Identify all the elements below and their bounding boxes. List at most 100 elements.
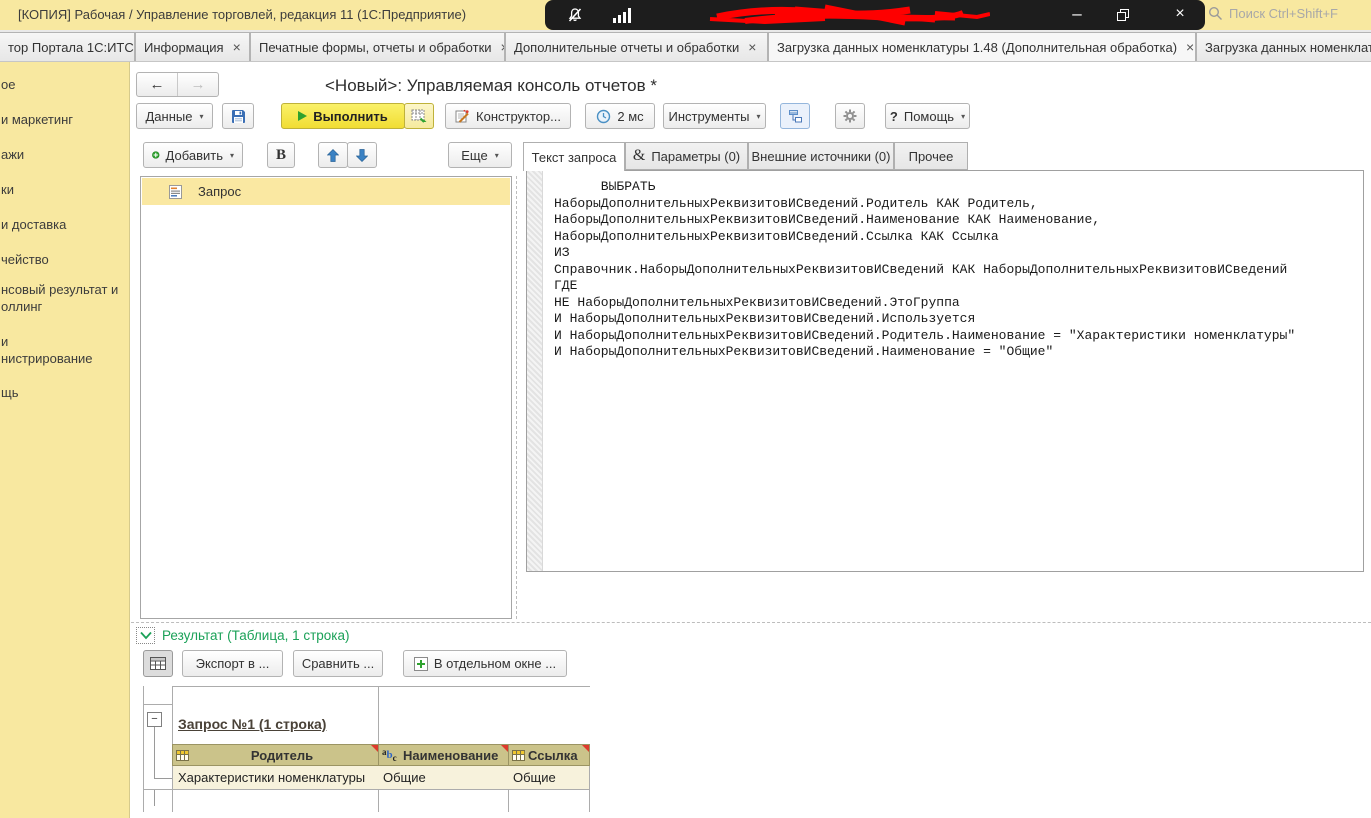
group-expander[interactable]: − [147,712,162,727]
column-header-ref[interactable]: Ссылка [508,744,590,766]
tree-item-query[interactable]: Запрос [142,178,510,205]
abc-icon: abc [382,747,397,763]
signal-bars-icon[interactable] [613,8,633,23]
add-plus-icon [152,151,160,159]
result-view-table-button[interactable] [143,650,173,677]
report-tree-panel: Запрос [140,176,512,619]
tab-print-forms[interactable]: Печатные формы, отчеты и обработки × [250,32,505,61]
restore-button[interactable] [1117,9,1129,21]
clock-icon [597,109,611,123]
sidebar-item-help[interactable]: щь [1,384,18,401]
open-in-window-button[interactable]: В отдельном окне ... [403,650,567,677]
search-icon [1208,6,1222,20]
result-grid[interactable]: − Запрос №1 (1 строка) Родитель abc Наим… [143,686,590,812]
chevron-down-icon: ▾ [756,111,761,121]
tab-close-icon[interactable]: × [233,40,241,54]
tab-additional-reports[interactable]: Дополнительные отчеты и обработки × [505,32,768,61]
search-placeholder: Поиск Ctrl+Shift+F [1229,6,1338,21]
application-window: [КОПИЯ] Рабочая / Управление торговлей, … [0,0,1371,818]
arrow-up-icon [327,148,339,162]
tab-nomenclature-load-2[interactable]: Загрузка данных номенклат [1196,32,1371,61]
sidebar-item-warehouse-delivery[interactable]: и доставка [1,216,66,233]
gear-icon [843,109,857,123]
move-up-button[interactable] [318,142,348,168]
tab-other[interactable]: Прочее [894,142,968,170]
execute-options-button[interactable] [404,103,434,129]
sidebar-item-financial-result[interactable]: нсовый результат и оллинг [1,281,118,315]
horizontal-splitter[interactable] [131,622,1371,623]
nav-buttons: ← → [136,72,219,97]
chevron-down-icon: ▾ [494,150,499,160]
result-cell-ref[interactable]: Общие [508,766,590,789]
add-button[interactable]: Добавить ▾ [143,142,243,168]
sidebar-item-purchases[interactable]: ки [1,181,14,198]
result-group-title[interactable]: Запрос №1 (1 строка) [178,716,326,732]
more-menu-button[interactable]: Еще ▾ [448,142,512,168]
result-section-header: Результат (Таблица, 1 строка) [136,627,350,644]
tab-parameters[interactable]: & Параметры (0) [625,142,748,170]
collapse-result-button[interactable] [136,627,155,644]
chevron-down-icon: ▾ [229,150,234,160]
tab-external-sources[interactable]: Внешние источники (0) [748,142,894,170]
move-down-button[interactable] [347,142,377,168]
global-search-input[interactable]: Поиск Ctrl+Shift+F [1208,6,1338,21]
sidebar-item-main[interactable]: ое [1,76,15,93]
tab-query-text[interactable]: Текст запроса [523,142,625,171]
column-header-name[interactable]: abc Наименование [378,744,509,766]
minimize-button[interactable]: – [1064,0,1090,30]
tab-information[interactable]: Информация × [135,32,250,61]
section-sidebar: ое и маркетинг ажи ки и доставка чейство… [0,62,130,818]
bold-button[interactable]: B [267,142,295,168]
wizard-icon [455,109,469,123]
table-arrow-icon [411,109,427,123]
tree-item-label: Запрос [198,184,242,199]
save-icon [231,109,245,123]
tools-menu-button[interactable]: Инструменты ▾ [663,103,766,129]
forward-button[interactable]: → [177,73,218,96]
editor-gutter [527,171,543,571]
tab-close-icon[interactable]: × [1186,40,1194,54]
vertical-splitter[interactable] [516,176,517,619]
compare-button[interactable]: Сравнить ... [293,650,383,677]
result-cell-name[interactable]: Общие [378,766,509,789]
save-button[interactable] [222,103,254,129]
question-icon: ? [889,108,898,124]
tab-close-icon[interactable]: × [748,40,756,54]
chevron-down-icon: ▾ [961,111,966,121]
new-window-plus-icon [413,656,428,671]
window-tabbar: тор Портала 1С:ИТС × Информация × Печатн… [0,30,1371,62]
page-title: <Новый>: Управляемая консоль отчетов * [325,76,657,95]
execution-time-button[interactable]: 2 мс [585,103,655,129]
settings-button[interactable] [835,103,865,129]
sidebar-item-administration[interactable]: и нистрирование [1,333,93,367]
arrow-down-icon [356,148,368,162]
data-menu-button[interactable]: Данные ▾ [136,103,213,129]
export-button[interactable]: Экспорт в ... [182,650,283,677]
scheme-icon [789,110,802,123]
close-button[interactable]: × [1167,0,1193,30]
table-icon [176,749,189,761]
column-marker-icon [501,745,508,752]
chevron-down-icon: ▾ [199,111,204,121]
sidebar-item-sales[interactable]: ажи [1,146,24,163]
sidebar-item-treasury[interactable]: чейство [1,251,49,268]
column-marker-icon [582,745,589,752]
constructor-button[interactable]: Конструктор... [445,103,571,129]
sidebar-item-crm-marketing[interactable]: и маркетинг [1,111,73,128]
back-button[interactable]: ← [137,73,177,96]
tab-portal-monitor[interactable]: тор Портала 1С:ИТС × [0,32,135,61]
table-icon [150,657,166,670]
window-title: [КОПИЯ] Рабочая / Управление торговлей, … [18,7,467,22]
query-text[interactable]: ВЫБРАТЬ НаборыДополнительныхРеквизитовИС… [554,179,1295,361]
result-section-title[interactable]: Результат (Таблица, 1 строка) [162,628,350,643]
system-widget-bar: – × [545,0,1205,30]
layout-scheme-button[interactable] [780,103,810,129]
column-header-parent[interactable]: Родитель [172,744,379,766]
query-text-area[interactable]: ВЫБРАТЬ НаборыДополнительныхРеквизитовИС… [526,170,1364,572]
window-titlebar: [КОПИЯ] Рабочая / Управление торговлей, … [0,0,1371,30]
help-menu-button[interactable]: ? Помощь ▾ [885,103,970,129]
result-cell-parent[interactable]: Характеристики номенклатуры [172,766,379,789]
execute-button[interactable]: Выполнить [281,103,405,129]
notifications-off-icon[interactable] [567,7,583,23]
tab-nomenclature-load[interactable]: Загрузка данных номенклатуры 1.48 (Допол… [768,32,1196,61]
